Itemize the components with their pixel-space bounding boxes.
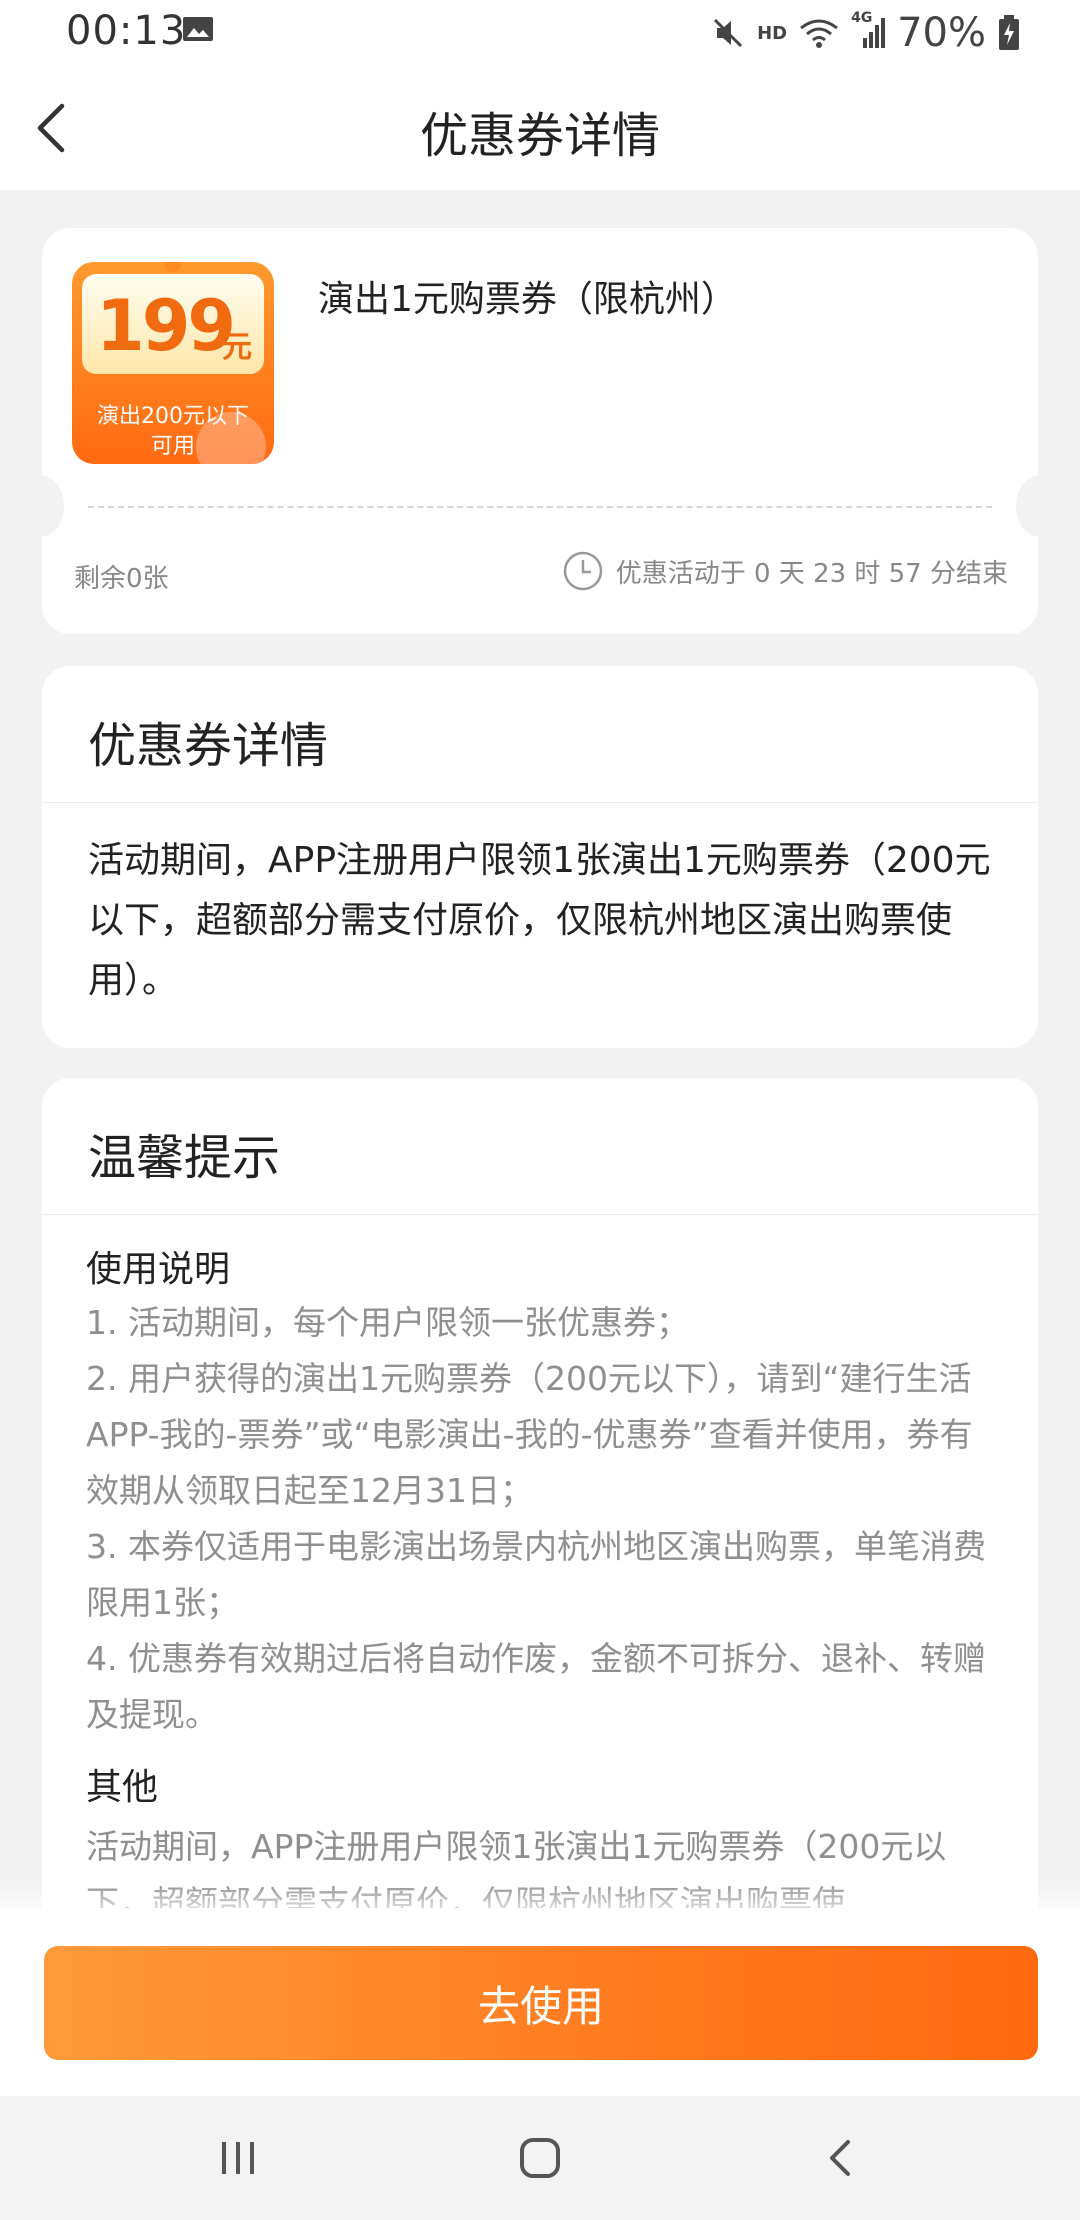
clock-icon — [563, 551, 602, 591]
usage-list: 1. 活动期间，每个用户限领一张优惠券； 2. 用户获得的演出1元购票券（200… — [42, 1295, 1038, 1743]
section-title: 优惠券详情 — [88, 718, 329, 774]
signal-icon: 4G — [851, 10, 886, 50]
mute-icon — [714, 18, 743, 48]
image-icon — [183, 17, 213, 41]
home-button[interactable] — [500, 2126, 580, 2190]
battery-percent: 70% — [897, 10, 986, 56]
status-bar: 00:13 HD 4G 70% — [0, 0, 1080, 66]
battery-charging-icon — [999, 15, 1019, 50]
coupon-image: 199 元 演出200元以下 可用 — [72, 262, 274, 464]
coupon-amount: 199 — [96, 285, 236, 367]
details-section: 优惠券详情 活动期间，APP注册用户限领1张演出1元购票券（200元以下，超额部… — [42, 666, 1038, 1048]
section-title: 温馨提示 — [88, 1130, 281, 1186]
system-nav-bar — [0, 2096, 1080, 2220]
list-item: 4. 优惠券有效期过后将自动作废，金额不可拆分、退补、转赠及提现。 — [86, 1639, 986, 1734]
network-hd-label: HD — [757, 22, 788, 44]
list-item: 3. 本券仅适用于电影演出场景内杭州地区演出购票，单笔消费限用1张； — [86, 1527, 986, 1622]
countdown-text: 优惠活动于 0 天 23 时 57 分结束 — [615, 558, 1008, 589]
nav-back-button[interactable] — [802, 2126, 882, 2190]
home-icon — [520, 2138, 560, 2178]
details-body: 活动期间，APP注册用户限领1张演出1元购票券（200元以下，超额部分需支付原价… — [88, 840, 991, 1001]
page-title: 优惠券详情 — [419, 108, 660, 164]
coupon-condition-2: 可用 — [150, 434, 195, 459]
usage-title: 使用说明 — [86, 1249, 231, 1290]
wifi-icon — [800, 19, 839, 48]
coupon-countdown: 优惠活动于 0 天 23 时 57 分结束 — [562, 550, 1008, 592]
divider — [88, 506, 992, 508]
title-bar: 优惠券详情 — [0, 66, 1080, 190]
coupon-card: 199 元 演出200元以下 可用 演出1元购票券（限杭州） 剩余0张 优惠活动… — [20, 228, 1060, 634]
list-item: 2. 用户获得的演出1元购票券（200元以下），请到“建行生活APP-我的-票券… — [86, 1359, 973, 1510]
status-icons: HD 4G 70% — [711, 8, 1020, 58]
recent-apps-button[interactable] — [198, 2126, 278, 2190]
coupon-condition: 演出200元以下 — [97, 404, 249, 429]
coupon-unit: 元 — [222, 330, 252, 365]
use-coupon-button[interactable]: 去使用 — [44, 1946, 1038, 2060]
recent-apps-icon — [222, 2142, 254, 2174]
coupon-name: 演出1元购票券（限杭州） — [318, 279, 737, 320]
back-icon — [830, 2140, 850, 2176]
other-title: 其他 — [86, 1767, 159, 1808]
status-time: 00:13 — [66, 8, 187, 54]
coupon-remaining: 剩余0张 — [74, 564, 169, 594]
list-item: 1. 活动期间，每个用户限领一张优惠券； — [86, 1303, 689, 1342]
tips-section: 温馨提示 使用说明 1. 活动期间，每个用户限领一张优惠券； 2. 用户获得的演… — [42, 1078, 1038, 1998]
